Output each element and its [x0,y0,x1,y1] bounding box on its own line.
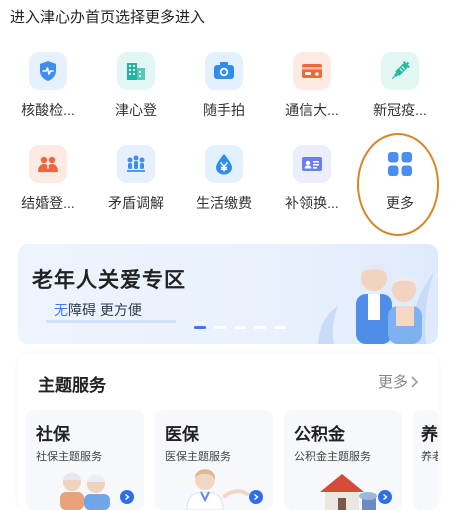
instruction-text: 进入津心办首页选择更多进入 [10,9,206,26]
service-mediation[interactable]: 矛盾调解 [92,145,180,213]
banner-pagination [194,326,286,329]
arrow-right-circle-icon [378,490,392,504]
card-title: 医保 [165,425,199,444]
grid-label: 随手拍 [203,102,245,118]
card-subtitle: 医保主题服务 [165,451,231,463]
card-title: 公积金 [294,425,345,444]
elderly-people-illustration [60,472,110,510]
theme-card-housing-fund[interactable]: 公积金 公积金主题服务 [284,410,402,510]
banner-title: 老年人关爱专区 [32,269,186,292]
service-id-replace[interactable]: 补领换... [268,145,356,213]
grid-label: 核酸检... [21,102,75,118]
grid-label: 津心登 [115,102,157,118]
banner-subtitle: 无障碍 更方便 [54,300,142,320]
service-grid-row-1: 核酸检... 津心登 随手拍 通信大... 新冠疫... [6,52,448,132]
card-subtitle: 公积金主题服务 [294,451,371,463]
theme-card-medical-insurance[interactable]: 医保 医保主题服务 [155,410,273,510]
service-nucleic-test[interactable]: 核酸检... [4,52,92,120]
service-covid-vaccine[interactable]: 新冠疫... [356,52,444,120]
building-icon [117,52,155,90]
camera-icon [205,52,243,90]
service-snapshot[interactable]: 随手拍 [180,52,268,120]
theme-more-link[interactable]: 更多 [378,371,420,392]
pagination-dot-active[interactable] [194,326,206,329]
card-title: 社保 [36,425,70,444]
elderly-couple-illustration [318,265,434,344]
card-icon [293,52,331,90]
service-jinxindeng[interactable]: 津心登 [92,52,180,120]
theme-card-social-security[interactable]: 社保 社保主题服务 [26,410,144,510]
pagination-dot[interactable] [234,326,246,329]
arrow-right-circle-icon [249,490,263,504]
grid-label: 结婚登... [21,195,75,211]
service-marriage[interactable]: 结婚登... [4,145,92,213]
pagination-dot[interactable] [214,326,226,329]
couple-icon [29,145,67,183]
syringe-icon [381,52,419,90]
chevron-right-icon [411,375,419,388]
banner-subtitle-accent: 无 [54,302,68,318]
house-illustration [320,474,377,510]
theme-services-section: 主题服务 更多 社保 社保主题服务 医保 医保主题服务 公积金 公积金主题服务 [18,354,438,510]
card-subtitle: 社保主题服务 [36,451,102,463]
service-life-payment[interactable]: 生活缴费 [180,145,268,213]
grid-label: 生活缴费 [196,195,252,211]
pagination-dot[interactable] [274,326,286,329]
service-telecom[interactable]: 通信大... [268,52,356,120]
card-title: 养 [421,425,438,444]
arrow-right-circle-icon [120,490,134,504]
section-title: 主题服务 [38,376,106,395]
id-card-icon [293,145,331,183]
grid-label: 补领换... [285,195,339,211]
card-subtitle: 养老 [421,451,438,463]
grid-label: 新冠疫... [373,102,427,118]
mediation-icon [117,145,155,183]
yuan-drop-icon [205,145,243,183]
nucleic-test-icon [29,52,67,90]
doctor-illustration [186,469,249,510]
highlight-circle [357,133,439,236]
banner-subtitle-rest: 障碍 更方便 [68,302,142,318]
banner-subtitle-underline [46,320,176,323]
pagination-dot[interactable] [254,326,266,329]
grid-label: 矛盾调解 [108,195,164,211]
theme-card-elderly-care[interactable]: 养 养老 [413,410,438,510]
elderly-care-banner[interactable]: 老年人关爱专区 无障碍 更方便 [18,244,438,344]
grid-label: 通信大... [285,102,339,118]
more-link-label: 更多 [377,374,408,391]
